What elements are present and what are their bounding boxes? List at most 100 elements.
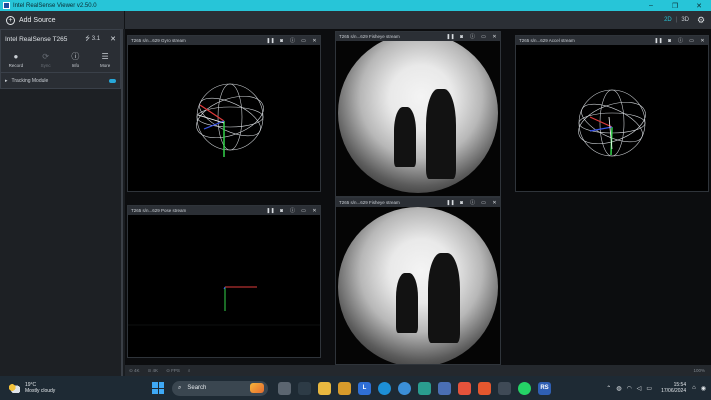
maximize-icon[interactable]: ▭	[686, 38, 697, 44]
widgets-icon[interactable]	[298, 381, 311, 395]
more-button[interactable]: ☰ More	[90, 48, 120, 72]
folder-icon[interactable]	[338, 381, 351, 395]
person-silhouette	[394, 107, 416, 167]
pause-icon[interactable]: ❚❚	[445, 200, 456, 206]
app-icon[interactable]	[458, 381, 471, 395]
pause-icon[interactable]: ❚❚	[653, 38, 664, 44]
battery-icon[interactable]: ▭	[646, 385, 652, 392]
gear-icon[interactable]: ⚙	[693, 15, 709, 26]
file-explorer-icon[interactable]	[318, 381, 331, 395]
snapshot-icon[interactable]: ◙	[664, 38, 675, 44]
device-name: Intel RealSense T265	[5, 35, 68, 43]
restore-button[interactable]: ❐	[663, 2, 687, 10]
snapshot-icon[interactable]: ◙	[456, 200, 467, 206]
clock[interactable]: 15:54 17/06/2024	[661, 382, 686, 394]
l-app-icon[interactable]: L	[358, 381, 371, 395]
device-actions: ● Record ⟳ Sync ⓘ Info ☰ More	[1, 48, 120, 72]
app-icon[interactable]	[418, 381, 431, 395]
info-icon[interactable]: ⓘ	[467, 33, 478, 40]
task-view-icon[interactable]	[278, 381, 291, 395]
info-button[interactable]: ⓘ Info	[61, 48, 91, 72]
info-icon[interactable]: ⓘ	[675, 37, 686, 44]
info-icon[interactable]: ⓘ	[467, 199, 478, 206]
sync-button[interactable]: ⟳ Sync	[31, 48, 61, 72]
gyro-stream-panel: T265 s/n...629 Gyro stream ❚❚ ◙ ⓘ ▭ ✕	[127, 35, 321, 192]
pause-icon[interactable]: ❚❚	[265, 38, 276, 44]
pose-view[interactable]	[128, 215, 320, 357]
close-icon[interactable]: ✕	[309, 208, 320, 214]
chevron-up-icon[interactable]: ⌃	[606, 385, 611, 392]
info-icon[interactable]: ⓘ	[287, 207, 298, 214]
wifi-icon[interactable]: ◠	[627, 385, 632, 392]
status-item[interactable]: ⊙ 4K	[148, 368, 159, 374]
stream-header: T265 s/n...629 Fisheye stream ❚❚ ◙ ⓘ ▭ ✕	[336, 198, 500, 207]
add-source-button[interactable]: + Add Source	[0, 11, 125, 29]
accel-view[interactable]	[516, 45, 708, 191]
person-silhouette	[396, 273, 418, 333]
whatsapp-icon[interactable]	[518, 381, 531, 395]
view-3d-toggle[interactable]: 3D	[677, 17, 693, 23]
close-window-button[interactable]: ✕	[687, 2, 711, 10]
usb-version: 3.1	[91, 36, 101, 42]
pause-icon[interactable]: ❚❚	[445, 34, 456, 40]
copilot-icon[interactable]: ◉	[701, 385, 706, 392]
chrome-browser-icon[interactable]	[398, 381, 411, 395]
stream-header: T265 s/n...629 Pose stream ❚❚ ◙ ⓘ ▭ ✕	[128, 206, 320, 215]
expand-arrow-icon[interactable]: ▸	[5, 78, 8, 84]
plus-icon: +	[6, 15, 15, 25]
close-icon[interactable]: ✕	[489, 200, 500, 206]
snapshot-icon[interactable]: ◙	[276, 208, 287, 214]
language-icon[interactable]: ◍	[616, 385, 621, 392]
accel-sphere-graphic	[578, 89, 646, 157]
close-icon[interactable]: ✕	[489, 34, 500, 40]
snapshot-icon[interactable]: ◙	[276, 38, 287, 44]
pause-icon[interactable]: ❚❚	[265, 208, 276, 214]
windows-start-icon[interactable]	[152, 382, 164, 394]
taskbar-search-box[interactable]: ⌕ Search	[172, 380, 268, 396]
close-icon[interactable]: ✕	[309, 38, 320, 44]
maximize-icon[interactable]: ▭	[478, 200, 489, 206]
record-icon: ●	[13, 52, 19, 61]
volume-icon[interactable]: ◁	[637, 385, 642, 392]
info-icon[interactable]: ⓘ	[287, 37, 298, 44]
remove-device-button[interactable]: ✕	[110, 35, 116, 43]
fisheye-view-1[interactable]	[336, 41, 500, 196]
tracking-module-row[interactable]: ▸ Tracking Module	[1, 72, 120, 88]
gyro-view[interactable]	[128, 45, 320, 191]
stream-title: T265 s/n...629 Gyro stream	[131, 38, 186, 43]
more-label: More	[99, 63, 111, 68]
module-toggle[interactable]	[109, 78, 116, 83]
app-icon[interactable]	[478, 381, 491, 395]
sync-label: Sync	[40, 63, 51, 68]
zoom-level: 100%	[693, 368, 705, 373]
view-2d-toggle[interactable]: 2D	[660, 17, 676, 23]
weather-text: 19°C Mostly cloudy	[25, 382, 55, 394]
maximize-icon[interactable]: ▭	[298, 208, 309, 214]
maximize-icon[interactable]: ▭	[298, 38, 309, 44]
zoom-search-icon[interactable]: ⌕	[188, 368, 191, 373]
close-icon[interactable]: ✕	[697, 38, 708, 44]
info-label: Info	[71, 63, 80, 68]
device-panel: Intel RealSense T265 ⭍ 3.1 ✕ ● Record ⟳ …	[0, 29, 121, 89]
windows-taskbar: 19°C Mostly cloudy ⌕ Search L RS ⌃ ◍ ◠ ◁…	[0, 376, 711, 400]
viewer-status-bar: ⊙ 4K ⊙ 4K ⊙ FPS ⌕ 100%	[125, 365, 711, 376]
edge-browser-icon[interactable]	[378, 381, 391, 395]
app-icon[interactable]	[438, 381, 451, 395]
matlab-icon[interactable]	[498, 381, 511, 395]
weather-widget[interactable]: 19°C Mostly cloudy	[0, 382, 110, 394]
fisheye-view-2[interactable]	[336, 207, 500, 364]
realsense-viewer-taskbar-icon[interactable]: RS	[538, 381, 551, 395]
menu-icon: ☰	[101, 52, 109, 61]
record-button[interactable]: ● Record	[1, 48, 31, 72]
minimize-button[interactable]: –	[639, 2, 663, 9]
fisheye-image	[338, 207, 498, 364]
maximize-icon[interactable]: ▭	[478, 34, 489, 40]
status-item[interactable]: ⊙ FPS	[166, 368, 180, 374]
info-icon: ⓘ	[71, 52, 80, 61]
gyro-sphere-graphic	[196, 83, 264, 157]
search-highlight-icon	[250, 383, 264, 393]
notification-icon[interactable]: ⌂	[692, 385, 696, 391]
status-item[interactable]: ⊙ 4K	[129, 368, 140, 374]
module-name: Tracking Module	[11, 77, 49, 84]
snapshot-icon[interactable]: ◙	[456, 34, 467, 40]
